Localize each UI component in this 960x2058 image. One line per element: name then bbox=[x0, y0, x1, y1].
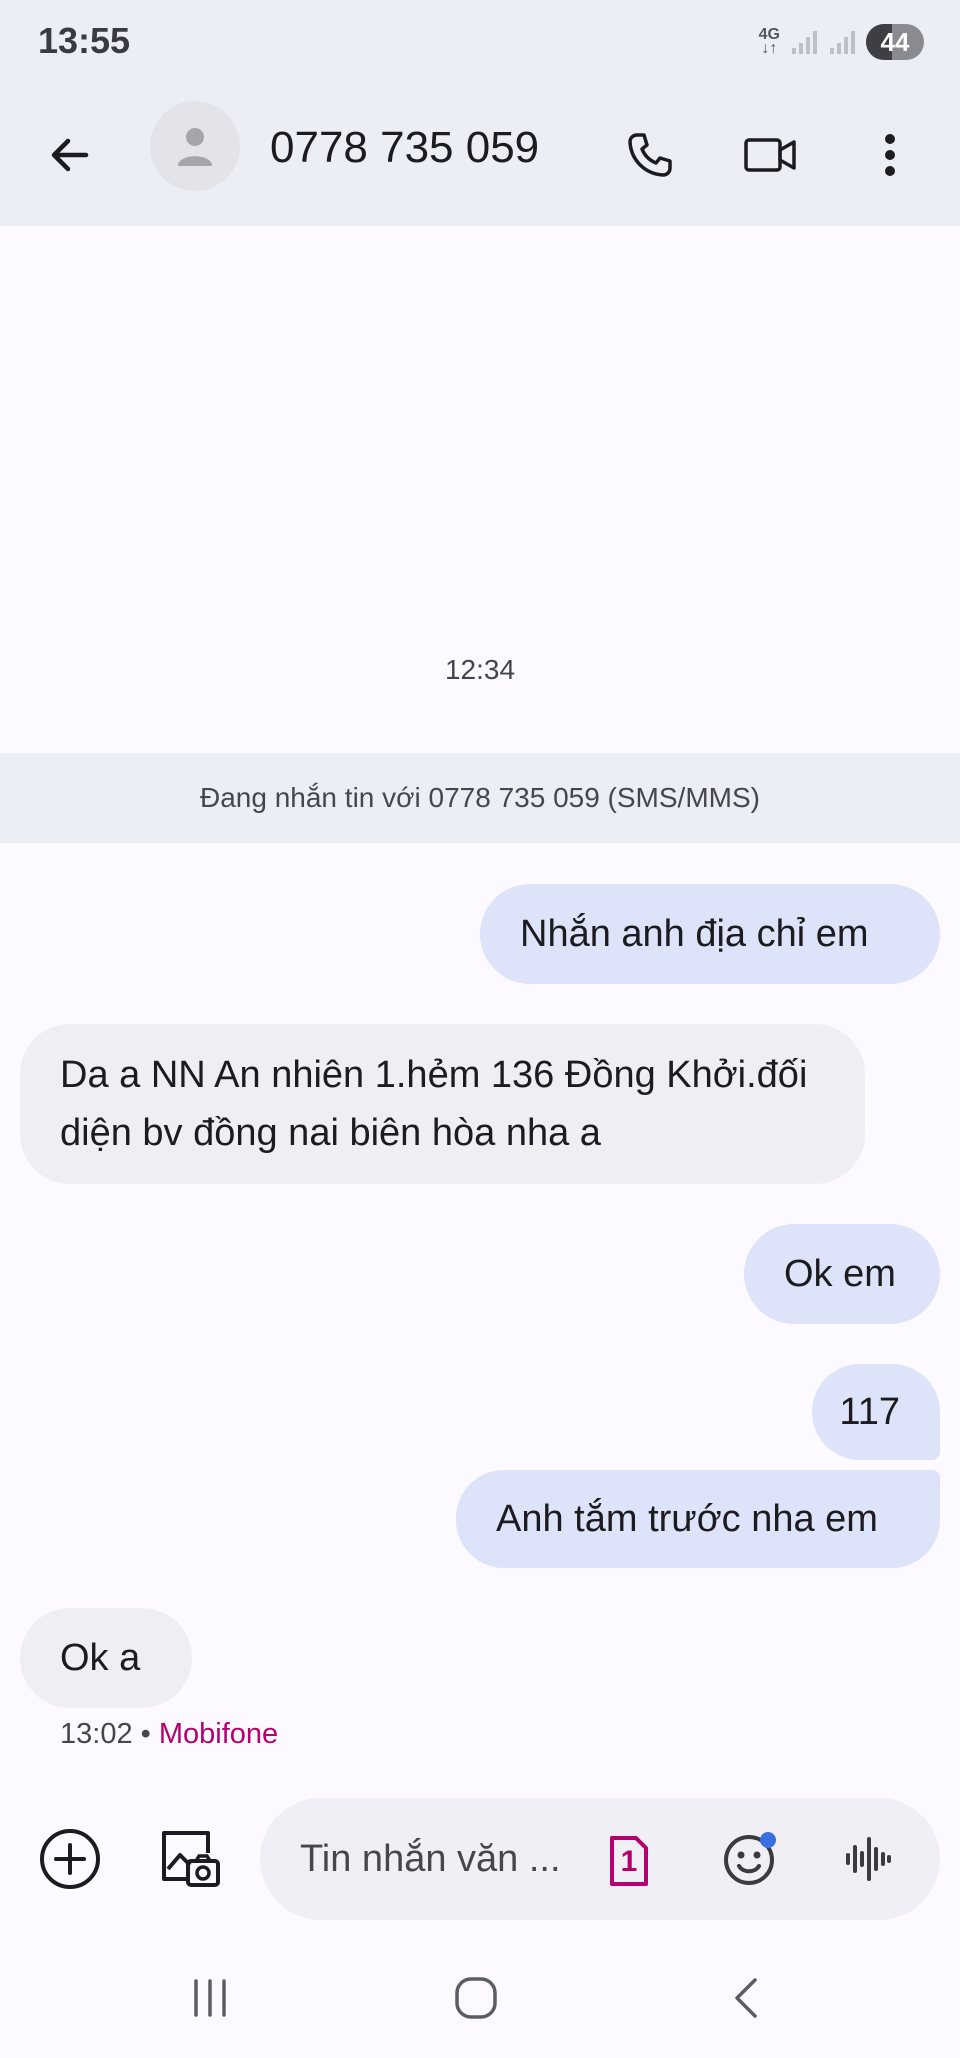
system-nav-bar bbox=[0, 1940, 960, 2058]
phone-icon bbox=[628, 133, 672, 177]
message-meta: 13:02 • Mobifone bbox=[60, 1718, 278, 1751]
gallery-icon bbox=[162, 1831, 220, 1887]
gallery-button[interactable] bbox=[150, 1819, 230, 1899]
contact-avatar[interactable] bbox=[150, 101, 240, 191]
sms-info-text: Đang nhắn tin với 0778 735 059 (SMS/MMS) bbox=[200, 782, 760, 813]
meta-separator: • bbox=[140, 1718, 151, 1750]
emoji-button[interactable] bbox=[710, 1819, 790, 1899]
app-bar: 0778 735 059 bbox=[0, 84, 960, 226]
conversation-timestamp: 12:34 bbox=[444, 654, 516, 685]
back-arrow-icon bbox=[51, 138, 89, 172]
recents-icon bbox=[194, 1979, 226, 2017]
home-button[interactable] bbox=[436, 1968, 516, 2028]
more-options-button[interactable] bbox=[850, 115, 930, 195]
voice-icon bbox=[846, 1837, 891, 1881]
signal-icon-2 bbox=[830, 31, 855, 54]
message-text: Ok a bbox=[60, 1637, 141, 1679]
data-arrows-icon: ↓↑ bbox=[761, 40, 778, 57]
nav-back-button[interactable] bbox=[706, 1968, 786, 2028]
sms-info-banner: Đang nhắn tin với 0778 735 059 (SMS/MMS) bbox=[0, 753, 960, 843]
emoji-icon bbox=[724, 1832, 776, 1885]
nav-back-icon bbox=[735, 1978, 757, 2018]
message-time: 13:02 bbox=[60, 1718, 133, 1750]
signal-icon bbox=[792, 31, 817, 54]
message-bubble-outgoing[interactable]: Nhắn anh địa chỉ em bbox=[480, 884, 940, 984]
video-icon bbox=[744, 138, 796, 172]
home-icon bbox=[455, 1977, 497, 2019]
add-circle-icon bbox=[40, 1829, 100, 1889]
message-bubble-incoming[interactable]: Da a NN An nhiên 1.hẻm 136 Đồng Khởi.đối… bbox=[20, 1024, 865, 1184]
contact-name[interactable]: 0778 735 059 bbox=[270, 118, 539, 178]
back-button[interactable] bbox=[30, 115, 110, 195]
message-text: Nhắn anh địa chỉ em bbox=[520, 913, 869, 955]
message-bubble-incoming[interactable]: Ok a bbox=[20, 1608, 192, 1708]
battery-indicator: 44 bbox=[866, 24, 924, 60]
message-text-line: Da a NN An nhiên 1.hẻm 136 Đồng Khởi.đối bbox=[60, 1054, 808, 1096]
battery-level: 44 bbox=[880, 26, 910, 57]
voice-message-button[interactable] bbox=[828, 1819, 908, 1899]
compose-bar: 1 bbox=[0, 1798, 960, 1920]
status-icons: 4G ↓↑ 44 bbox=[759, 20, 924, 64]
sim-selector[interactable]: 1 bbox=[608, 1836, 650, 1886]
add-attachment-button[interactable] bbox=[30, 1819, 110, 1899]
message-input[interactable] bbox=[300, 1828, 580, 1890]
sim-number: 1 bbox=[620, 1845, 638, 1878]
call-button[interactable] bbox=[610, 115, 690, 195]
status-time: 13:55 bbox=[38, 20, 131, 61]
message-text: Anh tắm trước nha em bbox=[496, 1498, 878, 1540]
video-call-button[interactable] bbox=[730, 115, 810, 195]
message-bubble-outgoing[interactable]: Anh tắm trước nha em bbox=[456, 1470, 940, 1568]
status-bar: 13:55 4G ↓↑ 44 bbox=[0, 0, 960, 84]
message-bubble-outgoing[interactable]: 117 bbox=[812, 1364, 940, 1460]
carrier-label: Mobifone bbox=[158, 1718, 279, 1750]
recents-button[interactable] bbox=[170, 1968, 250, 2028]
message-compose-field[interactable]: 1 bbox=[260, 1798, 940, 1920]
message-text-line: diện bv đồng nai biên hòa nha a bbox=[60, 1112, 601, 1154]
avatar-icon bbox=[178, 128, 212, 166]
message-text: 117 bbox=[839, 1391, 900, 1433]
more-vert-icon bbox=[885, 134, 895, 176]
message-bubble-outgoing[interactable]: Ok em bbox=[744, 1224, 940, 1324]
network-4g-icon: 4G ↓↑ bbox=[759, 27, 780, 57]
message-text: Ok em bbox=[784, 1253, 896, 1295]
